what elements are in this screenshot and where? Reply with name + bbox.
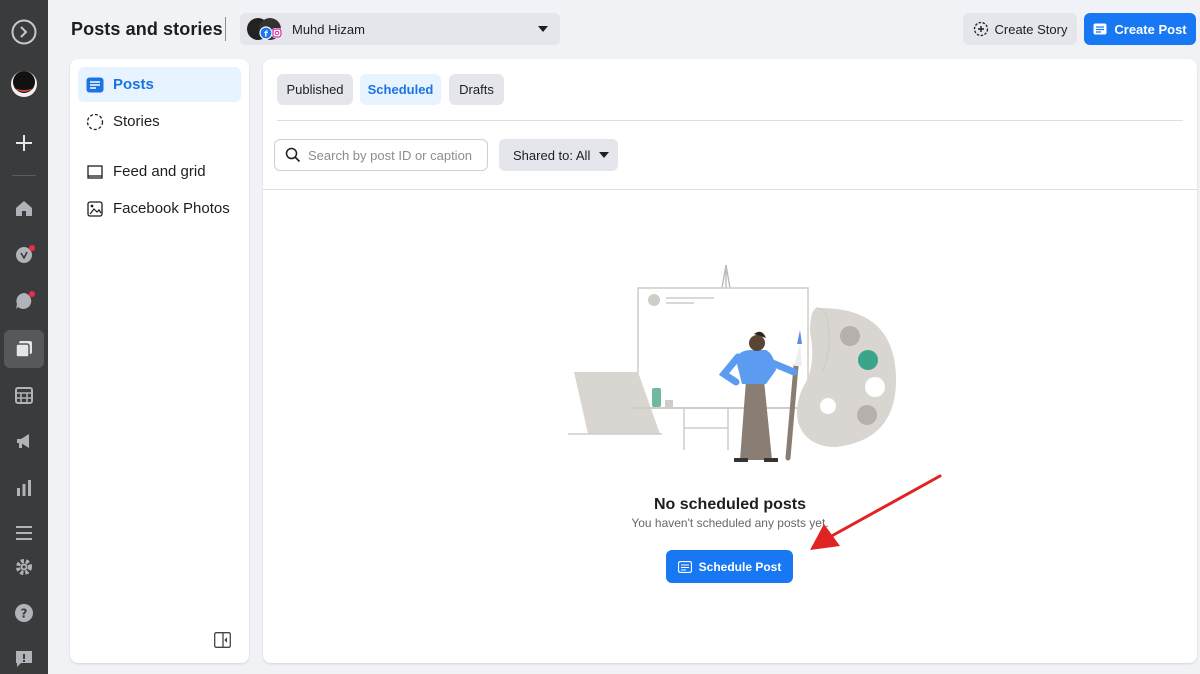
create-post-label: Create Post — [1114, 21, 1187, 37]
annotation-arrow — [810, 474, 942, 550]
chevron-down-icon — [599, 152, 610, 158]
home-icon[interactable] — [4, 189, 44, 227]
schedule-post-button[interactable]: Schedule Post — [666, 550, 793, 583]
sidebar-item-label: Posts — [113, 76, 154, 93]
collapse-sidebar-icon[interactable] — [214, 632, 231, 653]
notifications-icon[interactable] — [4, 236, 44, 274]
sidebar: Posts Stories Feed and grid Facebook Pho… — [70, 59, 249, 663]
post-icon — [1093, 23, 1107, 35]
meta-logo-icon[interactable] — [4, 13, 44, 51]
post-icon — [677, 560, 692, 573]
search-placeholder: Search by post ID or caption — [308, 147, 473, 163]
empty-state-subtitle: You haven't scheduled any posts yet. — [631, 516, 829, 530]
tab-drafts[interactable]: Drafts — [449, 74, 504, 105]
posts-icon — [86, 77, 104, 92]
shared-to-filter[interactable]: Shared to: All — [499, 139, 618, 171]
feed-grid-icon — [87, 164, 103, 179]
sidebar-item-posts[interactable]: Posts — [78, 67, 241, 102]
sidebar-item-label: Facebook Photos — [113, 200, 230, 217]
rail-divider — [12, 175, 36, 176]
svg-text:?: ? — [21, 607, 28, 621]
tab-label: Published — [286, 82, 344, 97]
empty-state-illustration — [568, 264, 896, 462]
tab-label: Scheduled — [367, 82, 434, 97]
search-input[interactable]: Search by post ID or caption — [274, 139, 488, 171]
tab-scheduled[interactable]: Scheduled — [360, 74, 441, 105]
notification-dot — [29, 245, 35, 251]
tabs-divider — [277, 120, 1183, 121]
page-title: Posts and stories — [71, 19, 223, 39]
inbox-icon[interactable] — [4, 282, 44, 320]
tab-published[interactable]: Published — [277, 74, 353, 105]
filter-label: Shared to: All — [513, 147, 591, 163]
schedule-post-label: Schedule Post — [698, 559, 782, 574]
title-divider — [225, 17, 226, 41]
create-post-button[interactable]: Create Post — [1084, 13, 1196, 45]
tab-label: Drafts — [459, 82, 494, 97]
settings-icon[interactable] — [4, 548, 44, 586]
feedback-icon[interactable] — [4, 640, 44, 674]
sidebar-item-label: Stories — [113, 113, 160, 130]
posts-icon[interactable] — [4, 330, 44, 368]
profile-avatar[interactable] — [4, 65, 44, 103]
svg-text:f: f — [264, 30, 268, 39]
main-panel: Published Scheduled Drafts Search by pos… — [263, 59, 1197, 663]
sidebar-item-stories[interactable]: Stories — [78, 104, 241, 139]
ads-icon[interactable] — [4, 422, 44, 460]
account-selector[interactable]: f Muhd Hizam — [240, 13, 560, 45]
inbox-dot — [29, 291, 35, 297]
create-story-button[interactable]: Create Story — [963, 13, 1077, 45]
account-name: Muhd Hizam — [292, 21, 365, 37]
account-avatar: f — [246, 17, 282, 41]
sidebar-item-feed-grid[interactable]: Feed and grid — [78, 154, 241, 189]
sidebar-item-label: Feed and grid — [113, 163, 206, 180]
calendar-icon[interactable] — [4, 376, 44, 414]
insights-icon[interactable] — [4, 469, 44, 507]
empty-state-title: No scheduled posts — [653, 496, 807, 513]
sidebar-item-facebook-photos[interactable]: Facebook Photos — [78, 191, 241, 226]
list-divider — [263, 189, 1197, 190]
help-icon[interactable]: ? — [4, 594, 44, 632]
left-rail: ? — [0, 0, 48, 674]
create-story-label: Create Story — [994, 21, 1068, 37]
chevron-down-icon — [538, 26, 548, 32]
search-icon — [285, 147, 301, 163]
stories-icon — [86, 113, 104, 130]
plus-icon[interactable] — [4, 124, 44, 162]
story-plus-icon — [973, 21, 988, 37]
photos-icon — [87, 200, 103, 217]
menu-icon[interactable] — [4, 514, 44, 552]
